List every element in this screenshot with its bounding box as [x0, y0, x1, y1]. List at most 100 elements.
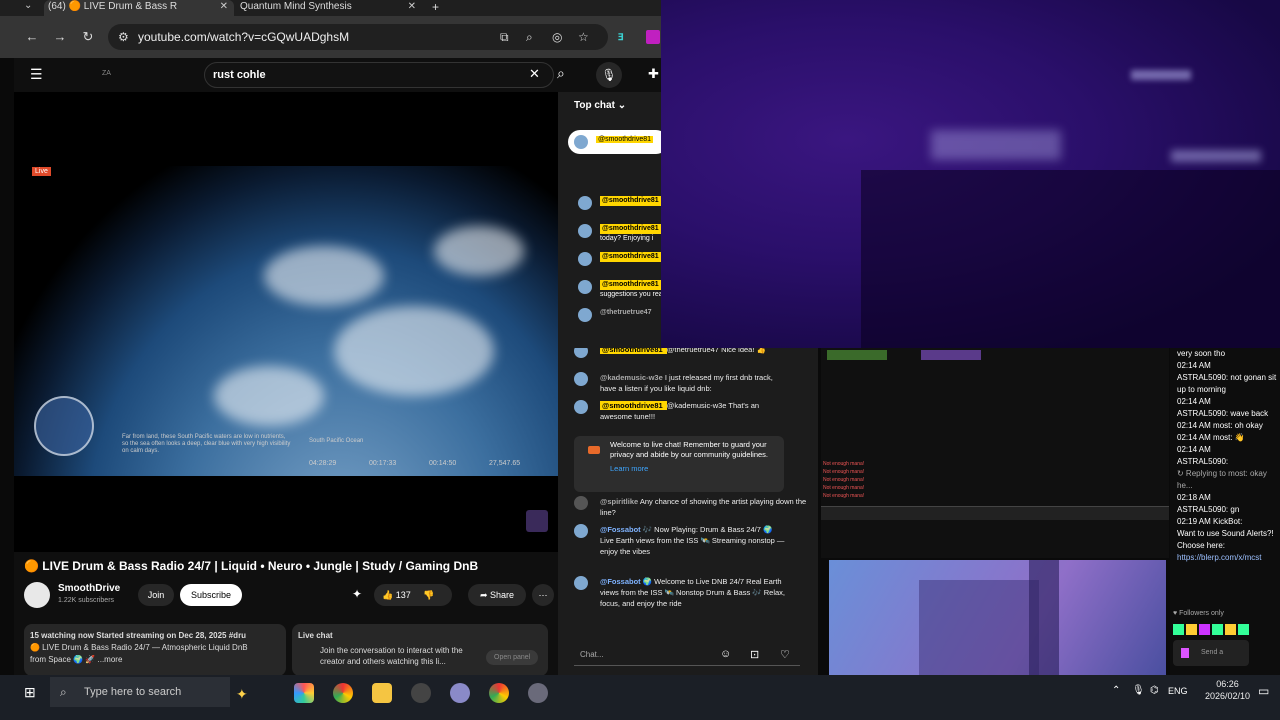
- thumbs-down-icon[interactable]: 👎: [423, 590, 434, 600]
- chat-author[interactable]: @Fossabot: [600, 577, 641, 586]
- chat-author[interactable]: @smoothdrive81: [600, 196, 661, 206]
- zoom-icon[interactable]: ⌕: [526, 24, 533, 50]
- chat-author[interactable]: @smoothdrive81: [600, 401, 667, 410]
- chat-input[interactable]: Chat...: [574, 644, 800, 666]
- file-explorer-icon[interactable]: [372, 683, 392, 703]
- hud-location: South Pacific Ocean: [309, 438, 364, 444]
- avatar: [574, 372, 588, 386]
- join-button[interactable]: Join: [138, 584, 174, 606]
- kick-send-input[interactable]: Send a message: [1173, 640, 1249, 666]
- hamburger-menu-icon[interactable]: ☰: [30, 66, 43, 83]
- more-actions-button[interactable]: ⋯: [532, 584, 554, 606]
- close-tab-icon[interactable]: ✕: [408, 0, 416, 14]
- chat-author[interactable]: @smoothdrive81: [600, 348, 667, 354]
- chat-author[interactable]: @smoothdrive81: [600, 252, 661, 262]
- microphone-icon[interactable]: 🎙: [596, 62, 622, 88]
- learn-more-link[interactable]: Learn more: [610, 464, 776, 474]
- heart-icon[interactable]: ♡: [780, 648, 790, 661]
- emote-icon[interactable]: [1199, 624, 1210, 635]
- reload-icon[interactable]: ↻: [80, 29, 96, 45]
- youtube-search-input[interactable]: rust cohle: [204, 62, 554, 88]
- chat-icon: [588, 446, 600, 454]
- obs-icon[interactable]: [411, 683, 431, 703]
- share-label: Share: [490, 590, 515, 600]
- tab-list-icon[interactable]: ⌄: [24, 0, 32, 11]
- super-chat-icon[interactable]: ⊡: [750, 648, 759, 661]
- sparkle-icon: ✦: [236, 686, 248, 702]
- chat-author[interactable]: @thetruetrue47: [600, 308, 652, 318]
- url-omnibox[interactable]: ⚙ youtube.com/watch?v=cGQwUADghsM ⧉ ⌕ ◎ …: [108, 24, 608, 50]
- emote-icon[interactable]: [1212, 624, 1223, 635]
- chat-author[interactable]: @Fossabot: [600, 525, 641, 534]
- chrome-icon[interactable]: [333, 683, 353, 703]
- app-icon[interactable]: [450, 683, 470, 703]
- back-arrow-icon[interactable]: ←: [24, 29, 40, 45]
- video-player[interactable]: Live Far from land, these South Pacific …: [14, 92, 558, 552]
- emote-icon[interactable]: [1225, 624, 1236, 635]
- tab-title: (64) 🟠 LIVE Drum & Bass R: [48, 1, 178, 12]
- channel-avatar[interactable]: [24, 582, 50, 608]
- eye-off-icon[interactable]: ◎: [552, 24, 562, 50]
- iss-hud: Far from land, these South Pacific water…: [114, 434, 554, 474]
- kick-chat-line: ↻ Replying to most: okay he...: [1177, 469, 1267, 490]
- live-chat-body: Join the conversation to interact with t…: [320, 646, 463, 666]
- chrome-profile-icon[interactable]: [489, 683, 509, 703]
- subscribe-button[interactable]: Subscribe: [180, 584, 242, 606]
- create-icon[interactable]: ✚: [648, 66, 659, 82]
- browser-tab-youtube[interactable]: (64) 🟠 LIVE Drum & Bass R ✕: [44, 0, 234, 16]
- hud-time: 00:17:33: [369, 460, 397, 467]
- network-icon[interactable]: ⌬: [1150, 685, 1159, 696]
- log-line: Not enough mana!: [823, 477, 865, 483]
- copilot-icon[interactable]: [294, 683, 314, 703]
- emote-icon[interactable]: [1186, 624, 1197, 635]
- pinned-message[interactable]: @smoothdrive81: [568, 130, 661, 154]
- close-tab-icon[interactable]: ✕: [220, 0, 228, 14]
- chat-author[interactable]: @kademusic-w3e: [600, 373, 665, 382]
- chat-message: @smoothdrive81 @thetruetrue47 Nice idea!…: [558, 348, 790, 358]
- like-button[interactable]: 👍 137 👎: [374, 584, 452, 606]
- mic-tray-icon[interactable]: 🎙: [1132, 685, 1145, 696]
- app-icon[interactable]: [528, 683, 548, 703]
- channel-watermark[interactable]: [526, 510, 548, 532]
- search-icon[interactable]: ⌕: [557, 65, 565, 82]
- avatar: [574, 400, 588, 414]
- notification-icon[interactable]: ▭: [1258, 684, 1269, 698]
- live-chat-collapsed: Live chat Join the conversation to inter…: [292, 624, 548, 675]
- hud-time: 00:14:50: [429, 460, 457, 467]
- tray-chevron-icon[interactable]: ⌃: [1112, 685, 1120, 696]
- clear-search-icon[interactable]: ✕: [529, 66, 540, 82]
- taskbar-search[interactable]: ⌕ Type here to search ✦: [50, 677, 248, 707]
- live-badge: Live: [32, 167, 51, 176]
- mic-icon[interactable]: [1181, 648, 1189, 658]
- room-shadow: [919, 580, 1039, 675]
- chat-author[interactable]: @smoothdrive81: [600, 224, 661, 234]
- extension-icon[interactable]: [646, 30, 660, 44]
- description-box[interactable]: 15 watching now Started streaming on Dec…: [24, 624, 286, 675]
- share-button[interactable]: ➦ Share: [468, 584, 526, 606]
- light-glint: [1171, 150, 1261, 162]
- health-bar: [827, 350, 887, 360]
- avatar: [578, 308, 592, 322]
- windows-start-icon[interactable]: ⊞: [24, 684, 36, 701]
- browser-tab-quantum[interactable]: Quantum Mind Synthesis ✕: [236, 0, 422, 16]
- remix-icon[interactable]: ✦: [352, 587, 362, 601]
- open-panel-button[interactable]: Open panel: [486, 650, 539, 665]
- youtube-live-chat: @smoothdrive81 @thetruetrue47 Nice idea!…: [558, 348, 818, 675]
- top-chat-dropdown[interactable]: Top chat ⌄: [574, 100, 626, 111]
- channel-name[interactable]: SmoothDrive: [58, 583, 120, 594]
- emote-icon[interactable]: [1238, 624, 1249, 635]
- system-clock[interactable]: 06:26 2026/02/10: [1205, 678, 1250, 702]
- browser-tab-bar: ⌄ (64) 🟠 LIVE Drum & Bass R ✕ Quantum Mi…: [0, 0, 661, 16]
- emoji-icon[interactable]: ☺: [720, 648, 731, 660]
- extension-icon[interactable]: ⱻ: [618, 29, 624, 43]
- install-icon[interactable]: ⧉: [500, 24, 509, 50]
- new-tab-button[interactable]: +: [432, 0, 439, 14]
- forward-arrow-icon[interactable]: →: [52, 29, 68, 45]
- emote-icon[interactable]: [1173, 624, 1184, 635]
- bookmark-star-icon[interactable]: ☆: [578, 24, 589, 50]
- chat-author[interactable]: @spiritlike: [600, 497, 638, 506]
- chat-author[interactable]: @smoothdrive81: [600, 280, 661, 290]
- kick-chat-line: ASTRAL5090: gn: [1177, 505, 1240, 514]
- site-info-icon[interactable]: ⚙: [118, 24, 129, 50]
- language-indicator[interactable]: ENG: [1168, 686, 1188, 696]
